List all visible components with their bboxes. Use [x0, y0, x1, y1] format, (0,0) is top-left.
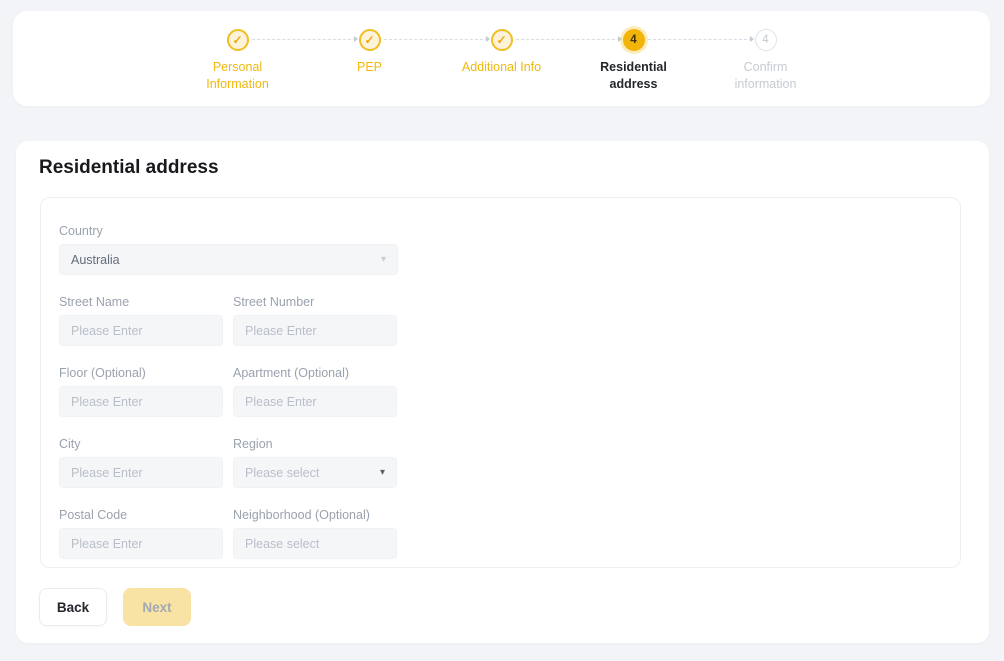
neighborhood-optional-select[interactable]: Please select — [233, 528, 397, 559]
caret-down-icon: ▾ — [381, 255, 386, 265]
page-title: Residential address — [39, 157, 219, 179]
residential-address-card: Residential address Country Australia ▾ S… — [16, 141, 989, 643]
floor-optional-input[interactable] — [59, 386, 223, 417]
step-label: Personal Information — [185, 59, 291, 93]
field-label: Apartment (Optional) — [233, 366, 397, 380]
step-circle: 4 — [755, 29, 777, 51]
region-select[interactable]: Please select ▾ — [233, 457, 397, 488]
street-name-input[interactable] — [59, 315, 223, 346]
form-field-postal-code: Postal Code — [59, 508, 223, 559]
step-number: 4 — [762, 34, 768, 46]
field-label: City — [59, 437, 223, 451]
form-row: City Region Please select ▾ — [59, 437, 942, 488]
form-row: Street Name Street Number — [59, 295, 942, 346]
arrow-right-icon — [354, 36, 358, 42]
field-label: Street Name — [59, 295, 223, 309]
step-circle: ✓ — [359, 29, 381, 51]
field-label: Street Number — [233, 295, 397, 309]
form-field-city: City — [59, 437, 223, 488]
check-icon: ✓ — [364, 33, 374, 47]
step-circle: ✓ — [491, 29, 513, 51]
check-icon: ✓ — [496, 33, 506, 47]
check-icon: ✓ — [232, 33, 242, 47]
form-row: Floor (Optional) Apartment (Optional) — [59, 366, 942, 417]
select-value: Please select — [245, 466, 319, 480]
form-field-neighborhood-optional: Neighborhood (Optional) Please select — [233, 508, 397, 559]
step-connector — [516, 39, 620, 40]
step-label: Residential address — [581, 59, 687, 93]
street-number-input[interactable] — [233, 315, 397, 346]
postal-code-input[interactable] — [59, 528, 223, 559]
arrow-right-icon — [618, 36, 622, 42]
stepper-card: ✓ Personal Information ✓ PEP ✓ Additiona… — [13, 11, 990, 106]
field-label: Neighborhood (Optional) — [233, 508, 397, 522]
arrow-right-icon — [750, 36, 754, 42]
form-field-apartment-optional: Apartment (Optional) — [233, 366, 397, 417]
step-circle: 4 — [623, 29, 645, 51]
caret-down-icon: ▾ — [380, 468, 385, 478]
field-label: Region — [233, 437, 397, 451]
form-field-country: Country Australia ▾ — [59, 224, 398, 275]
address-form: Country Australia ▾ Street Name Street Nu… — [40, 197, 961, 568]
field-label: Floor (Optional) — [59, 366, 223, 380]
form-actions: Back Next — [39, 588, 191, 626]
form-field-street-number: Street Number — [233, 295, 397, 346]
step-number: 4 — [630, 34, 636, 46]
select-value: Please select — [245, 537, 319, 551]
next-button[interactable]: Next — [123, 588, 191, 626]
stepper: ✓ Personal Information ✓ PEP ✓ Additiona… — [13, 11, 990, 93]
form-field-street-name: Street Name — [59, 295, 223, 346]
step-connector — [252, 39, 356, 40]
step-connector — [648, 39, 752, 40]
city-input[interactable] — [59, 457, 223, 488]
field-label: Country — [59, 224, 398, 238]
step-circle: ✓ — [227, 29, 249, 51]
field-label: Postal Code — [59, 508, 223, 522]
step-connector — [384, 39, 488, 40]
form-field-floor-optional: Floor (Optional) — [59, 366, 223, 417]
form-row: Country Australia ▾ — [59, 224, 942, 275]
step-label: Confirm information — [713, 59, 819, 93]
country-select[interactable]: Australia ▾ — [59, 244, 398, 275]
form-row: Postal Code Neighborhood (Optional) Plea… — [59, 508, 942, 559]
step-label: Additional Info — [462, 59, 541, 76]
arrow-right-icon — [486, 36, 490, 42]
select-value: Australia — [71, 253, 120, 267]
apartment-optional-input[interactable] — [233, 386, 397, 417]
step-label: PEP — [357, 59, 382, 76]
back-button[interactable]: Back — [39, 588, 107, 626]
form-field-region: Region Please select ▾ — [233, 437, 397, 488]
stepper-step-confirm-information: 4 Confirm information — [700, 29, 832, 93]
